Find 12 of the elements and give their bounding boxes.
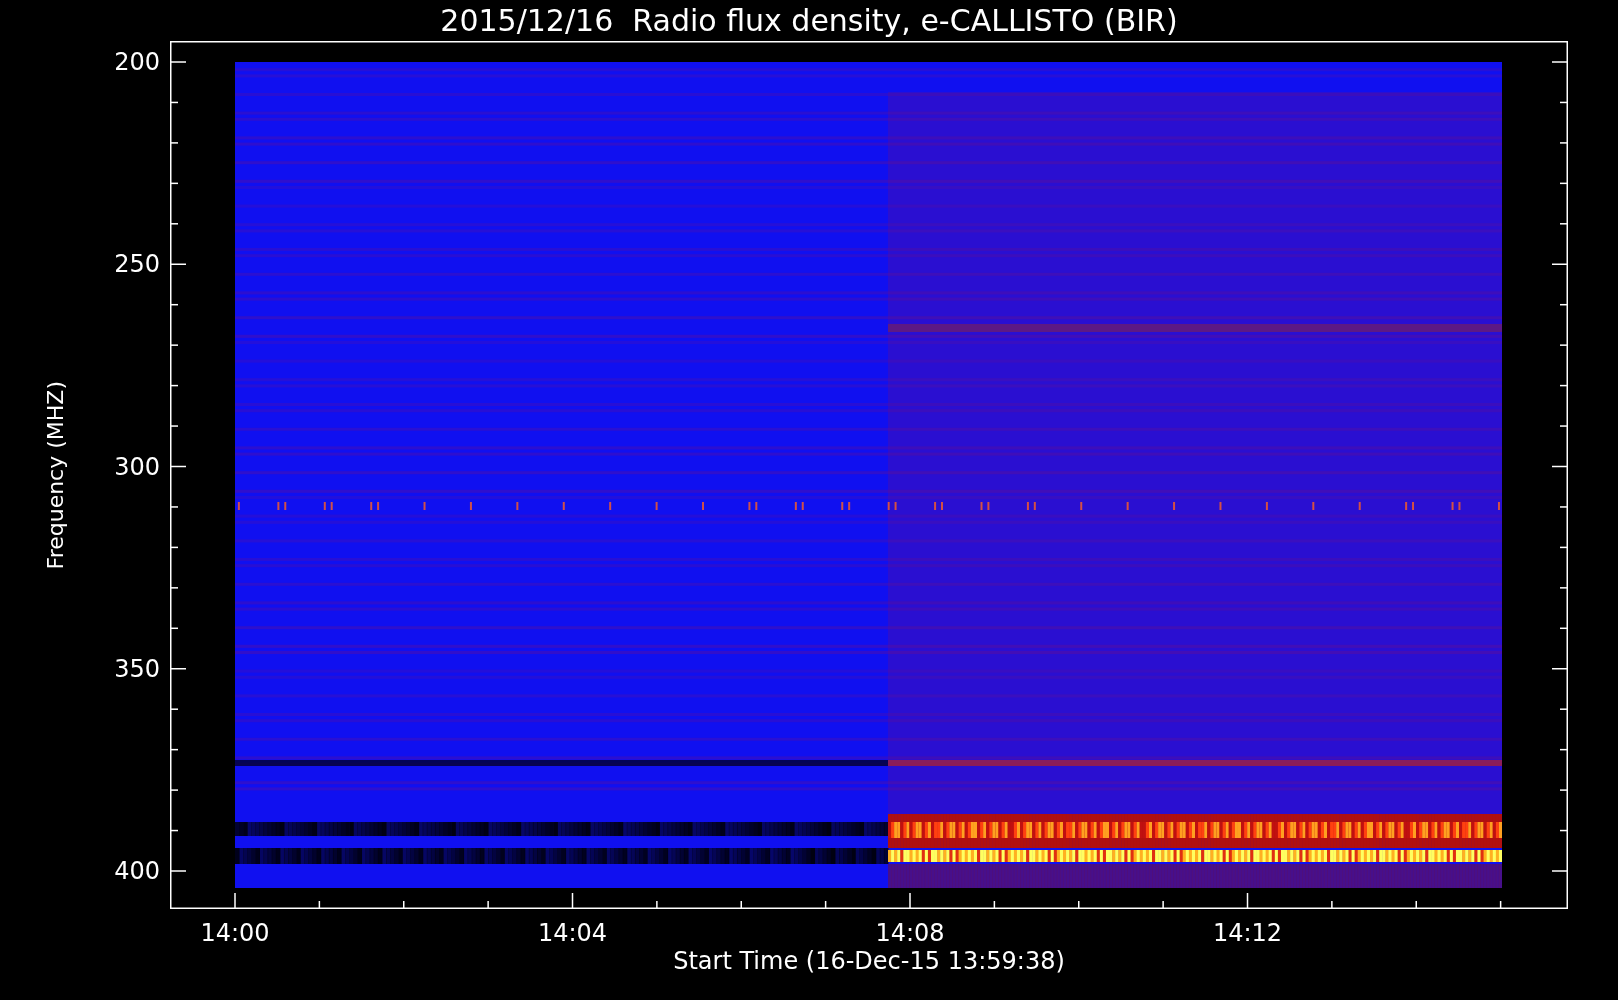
- y-tick-label: 400: [113, 857, 160, 885]
- y-axis-label: Frequency (MHZ): [41, 380, 69, 570]
- x-tick-label: 14:12: [1211, 919, 1284, 947]
- x-tick-label: 14:08: [874, 919, 946, 947]
- y-tick-label: 300: [113, 452, 160, 481]
- y-tick-label: 250: [113, 250, 160, 279]
- x-tick-label: 14:04: [536, 919, 609, 947]
- chart-title: 2015/12/16 Radio flux density, e-CALLISTO (BIR): [440, 2, 1178, 40]
- y-tick-label: 350: [113, 654, 160, 683]
- x-tick-label: 14:00: [199, 919, 271, 947]
- x-axis-label: Start Time (16-Dec-15 13:59:38): [672, 947, 1066, 975]
- y-tick-label: 200: [113, 48, 160, 76]
